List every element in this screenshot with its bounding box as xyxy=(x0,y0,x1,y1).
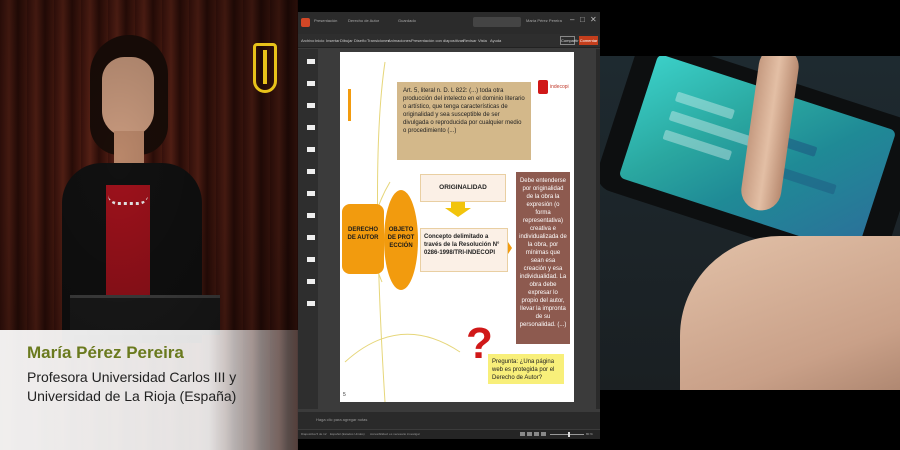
slide-number: 5 xyxy=(343,392,346,398)
derecho-de-autor-box: DERECHO DE AUTOR xyxy=(342,204,384,274)
slide-thumbnail[interactable] xyxy=(307,125,315,130)
menu-dibujar[interactable]: Dibujar xyxy=(340,38,353,43)
powerpoint-panel: Presentación Derecho de Autor Guardado M… xyxy=(298,0,600,450)
slide-thumbnail[interactable] xyxy=(307,257,315,262)
menu-revisar[interactable]: Revisar xyxy=(463,38,477,43)
minimize-icon[interactable]: – xyxy=(570,15,574,24)
maximize-icon[interactable]: □ xyxy=(580,15,585,24)
notes-placeholder[interactable]: Haga clic para agregar notas xyxy=(316,417,367,422)
user-name[interactable]: María Pérez Pereira xyxy=(526,18,562,23)
slide-thumbnail[interactable] xyxy=(307,279,315,284)
indecopi-logo-icon xyxy=(538,80,548,94)
phone-video-panel xyxy=(600,0,900,450)
speaker-role: Profesora Universidad Carlos III y Unive… xyxy=(27,369,237,404)
indecopi-logo-text: indecopi xyxy=(550,84,569,90)
language-status[interactable]: Español (Estados Unidos) xyxy=(330,432,365,436)
title-tab[interactable]: Presentación xyxy=(314,18,337,23)
slide-thumbnail[interactable] xyxy=(307,147,315,152)
title-tab[interactable]: Derecho de Autor xyxy=(348,18,379,23)
slide-info: Diapositiva 5 de 12 xyxy=(301,432,327,436)
slideshow-icon[interactable] xyxy=(541,432,546,436)
slide-thumbnail[interactable] xyxy=(307,59,315,64)
accessibility-status[interactable]: Accesibilidad: es necesario investigar xyxy=(370,432,420,436)
slide-canvas[interactable]: indecopi Art. 5, literal n. D. L 822: (.… xyxy=(340,52,574,402)
definition-box: Art. 5, literal n. D. L 822: (...) toda … xyxy=(397,82,531,160)
slide-thumbnail[interactable] xyxy=(307,301,315,306)
menu-presentacion[interactable]: Presentación con diapositivas xyxy=(411,38,464,43)
objeto-de-proteccion-box: OBJETO DE PROTECCIÓN xyxy=(384,190,418,290)
close-icon[interactable]: ✕ xyxy=(590,15,597,24)
speaker-video-panel: María Pérez Pereira Profesora Universida… xyxy=(0,0,298,450)
menu-animaciones[interactable]: Animaciones xyxy=(388,38,411,43)
zoom-slider-thumb[interactable] xyxy=(568,432,570,437)
menu-archivo[interactable]: Archivo xyxy=(301,38,314,43)
title-tab[interactable]: Guardado xyxy=(398,18,416,23)
slide-thumbnail[interactable] xyxy=(307,191,315,196)
menu-transiciones[interactable]: Transiciones xyxy=(367,38,390,43)
university-logo xyxy=(253,43,277,93)
slide-thumbnails-pane[interactable] xyxy=(298,49,318,409)
zoom-slider[interactable] xyxy=(550,434,584,435)
powerpoint-window: Presentación Derecho de Autor Guardado M… xyxy=(298,12,600,439)
menu-ayuda[interactable]: Ayuda xyxy=(490,38,501,43)
slide-thumbnail[interactable] xyxy=(307,103,315,108)
question-box: Pregunta: ¿Una página web es protegida p… xyxy=(488,354,564,384)
comment-button[interactable]: Comentar xyxy=(579,36,598,45)
originalidad-box: ORIGINALIDAD xyxy=(420,174,506,202)
slide-thumbnail[interactable] xyxy=(307,81,315,86)
menu-vista[interactable]: Vista xyxy=(478,38,487,43)
hand xyxy=(680,236,900,390)
menu-diseno[interactable]: Diseño xyxy=(354,38,366,43)
phone-photo xyxy=(600,56,900,390)
zoom-level[interactable]: 80 % xyxy=(586,432,593,436)
concepto-box: Concepto delimitado a través de la Resol… xyxy=(420,228,508,272)
slide-sorter-icon[interactable] xyxy=(527,432,532,436)
ribbon-tabs: Archivo Inicio Insertar Dibujar Diseño T… xyxy=(298,34,600,48)
title-bar: Presentación Derecho de Autor Guardado M… xyxy=(298,12,600,34)
powerpoint-app-icon xyxy=(301,18,310,27)
slide-thumbnail[interactable] xyxy=(307,169,315,174)
menu-inicio[interactable]: Inicio xyxy=(315,38,324,43)
speaker-name: María Pérez Pereira xyxy=(27,343,184,362)
reading-view-icon[interactable] xyxy=(534,432,539,436)
normal-view-icon[interactable] xyxy=(520,432,525,436)
slide-thumbnail[interactable] xyxy=(307,235,315,240)
share-button[interactable]: Compartir xyxy=(560,36,579,45)
menu-insertar[interactable]: Insertar xyxy=(326,38,340,43)
explanation-box: Debe entenderse por originalidad de la o… xyxy=(516,172,570,344)
search-box[interactable] xyxy=(473,17,521,27)
slide-thumbnail[interactable] xyxy=(307,213,315,218)
